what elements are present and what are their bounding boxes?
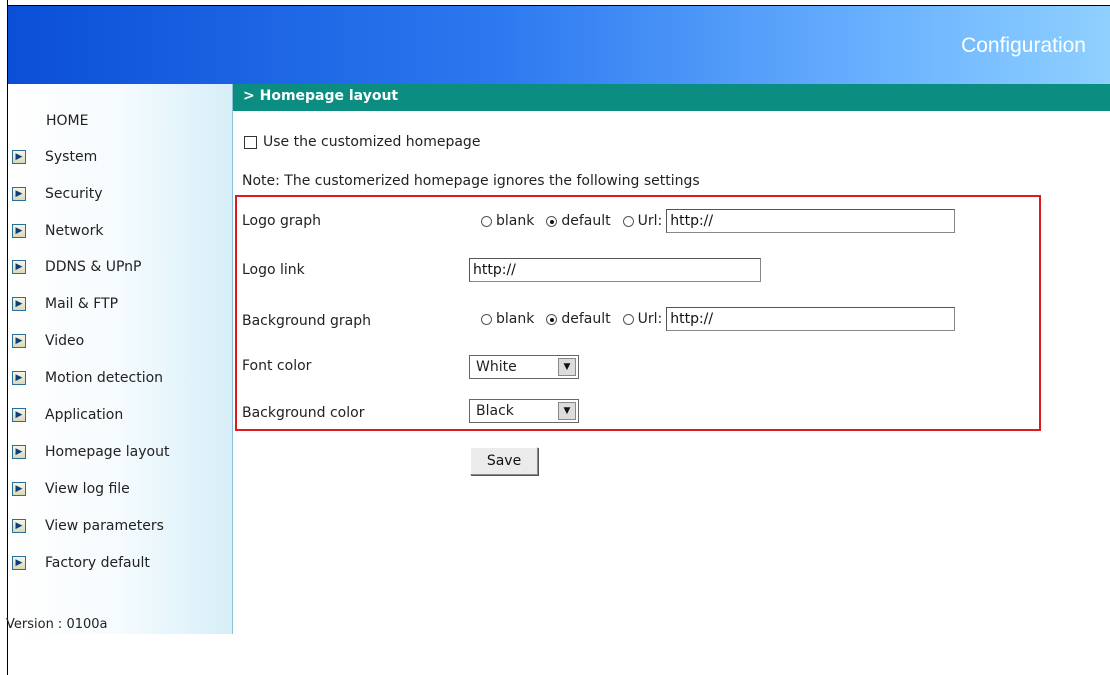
- radio-label: blank: [496, 311, 535, 327]
- page-title: Configuration: [961, 34, 1086, 57]
- arrow-right-icon: ▶: [12, 408, 26, 422]
- custom-homepage-label: Use the customized homepage: [263, 134, 481, 150]
- arrow-right-icon: ▶: [12, 260, 26, 274]
- background-graph-url-radio[interactable]: [622, 313, 634, 325]
- sidebar-item-label: Video: [45, 333, 85, 349]
- select-value: White: [476, 359, 517, 375]
- sidebar-item-motion-detection[interactable]: ▶ Motion detection: [12, 367, 163, 389]
- version-label: Version : 0100a: [6, 617, 108, 632]
- sidebar-item-label: Network: [45, 223, 104, 239]
- arrow-right-icon: ▶: [12, 224, 26, 238]
- logo-link-input[interactable]: [469, 258, 761, 282]
- sidebar-item-mail-ftp[interactable]: ▶ Mail & FTP: [12, 293, 118, 315]
- arrow-right-icon: ▶: [12, 150, 26, 164]
- background-graph-label: Background graph: [242, 313, 371, 329]
- sidebar-item-label: System: [45, 149, 98, 165]
- logo-link-label: Logo link: [242, 262, 305, 278]
- sidebar-home-link[interactable]: HOME: [46, 113, 88, 129]
- sidebar-item-factory-default[interactable]: ▶ Factory default: [12, 552, 150, 574]
- sidebar-item-label: View parameters: [45, 518, 164, 534]
- logo-graph-default-radio[interactable]: [546, 215, 558, 227]
- settings-note: Note: The customerized homepage ignores …: [242, 173, 700, 189]
- sidebar-item-ddns-upnp[interactable]: ▶ DDNS & UPnP: [12, 256, 142, 278]
- arrow-right-icon: ▶: [12, 519, 26, 533]
- arrow-right-icon: ▶: [12, 445, 26, 459]
- select-value: Black: [476, 403, 514, 419]
- background-color-select[interactable]: Black ▼: [469, 399, 579, 423]
- sidebar-item-video[interactable]: ▶ Video: [12, 330, 84, 352]
- arrow-right-icon: ▶: [12, 334, 26, 348]
- radio-label: Url:: [637, 311, 663, 327]
- sidebar-item-label: Security: [45, 186, 103, 202]
- arrow-right-icon: ▶: [12, 556, 26, 570]
- logo-graph-label: Logo graph: [242, 213, 322, 229]
- sidebar-item-system[interactable]: ▶ System: [12, 146, 97, 168]
- radio-label: default: [561, 213, 611, 229]
- radio-label: blank: [496, 213, 535, 229]
- background-graph-url-input[interactable]: [666, 307, 956, 331]
- chevron-down-icon[interactable]: ▼: [558, 358, 576, 376]
- radio-label: default: [561, 311, 611, 327]
- background-graph-blank-radio[interactable]: [481, 313, 492, 325]
- logo-graph-url-radio[interactable]: [622, 215, 634, 227]
- background-color-label: Background color: [242, 405, 365, 421]
- section-header: > Homepage layout: [233, 84, 1110, 111]
- sidebar-item-homepage-layout[interactable]: ▶ Homepage layout: [12, 441, 169, 463]
- save-button[interactable]: Save: [470, 447, 538, 475]
- sidebar-item-label: DDNS & UPnP: [45, 259, 142, 275]
- arrow-right-icon: ▶: [12, 371, 26, 385]
- header-bar: Configuration: [8, 6, 1110, 84]
- sidebar-item-security[interactable]: ▶ Security: [12, 183, 103, 205]
- sidebar-item-application[interactable]: ▶ Application: [12, 404, 123, 426]
- arrow-right-icon: ▶: [12, 297, 26, 311]
- sidebar-item-label: Motion detection: [45, 370, 164, 386]
- custom-homepage-checkbox[interactable]: [244, 135, 257, 149]
- chevron-down-icon[interactable]: ▼: [558, 402, 576, 420]
- background-graph-default-radio[interactable]: [546, 313, 558, 325]
- sidebar-item-network[interactable]: ▶ Network: [12, 220, 103, 242]
- radio-label: Url:: [637, 213, 663, 229]
- background-graph-options: blank default Url:: [481, 307, 956, 331]
- sidebar-item-label: View log file: [45, 481, 130, 497]
- logo-graph-blank-radio[interactable]: [481, 215, 492, 227]
- sidebar: HOME ▶ System ▶ Security ▶ Network ▶ DDN…: [6, 84, 233, 634]
- custom-homepage-option: Use the customized homepage: [244, 134, 480, 150]
- sidebar-item-label: Homepage layout: [45, 444, 170, 460]
- sidebar-item-view-parameters[interactable]: ▶ View parameters: [12, 515, 164, 537]
- sidebar-item-label: Application: [45, 407, 124, 423]
- arrow-right-icon: ▶: [12, 482, 26, 496]
- logo-graph-options: blank default Url:: [481, 209, 956, 233]
- arrow-right-icon: ▶: [12, 187, 26, 201]
- font-color-select[interactable]: White ▼: [469, 355, 579, 379]
- font-color-label: Font color: [242, 358, 312, 374]
- sidebar-item-view-log-file[interactable]: ▶ View log file: [12, 478, 130, 500]
- section-title: > Homepage layout: [243, 88, 399, 104]
- sidebar-item-label: Mail & FTP: [45, 296, 119, 312]
- logo-graph-url-input[interactable]: [666, 209, 956, 233]
- sidebar-item-label: Factory default: [45, 555, 150, 571]
